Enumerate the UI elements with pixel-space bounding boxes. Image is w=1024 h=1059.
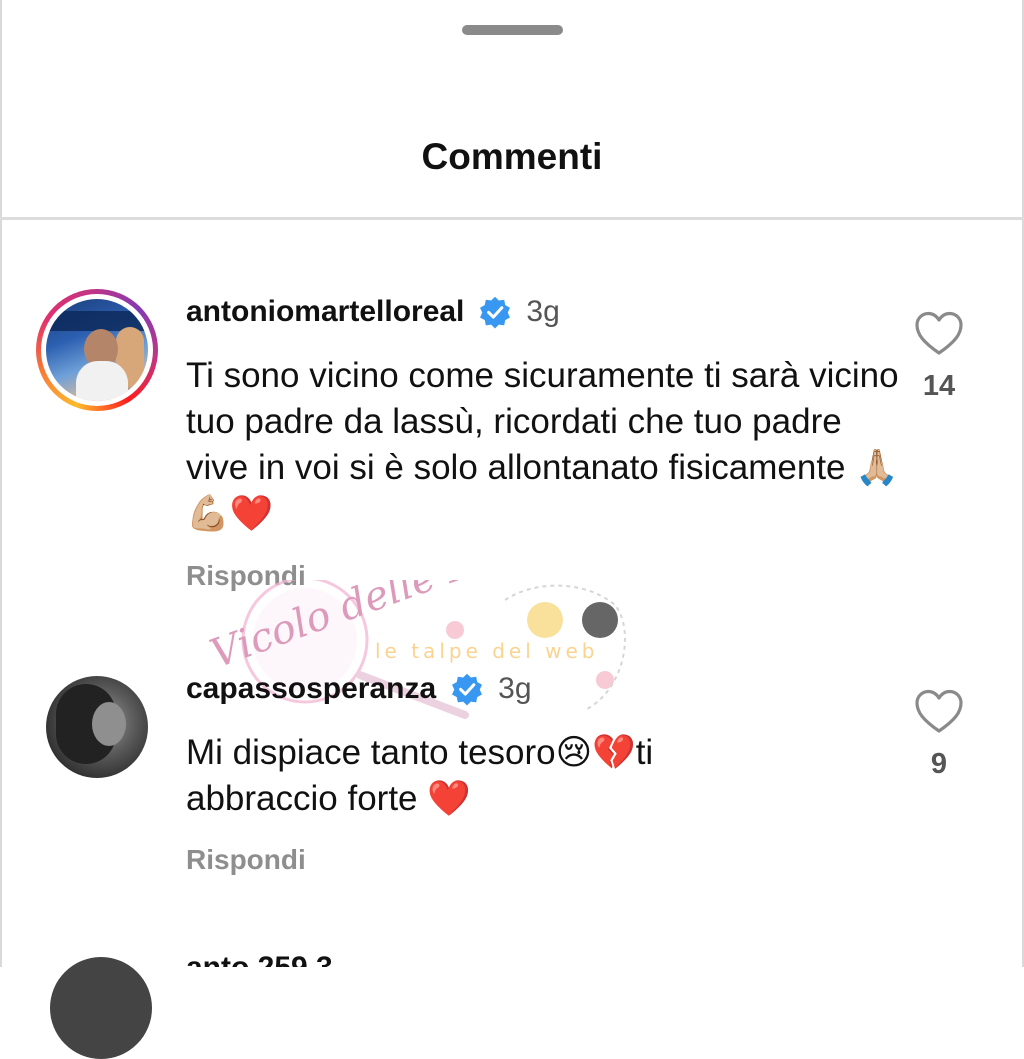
- comment-time: 3g: [498, 672, 532, 705]
- comment-header: antoniomartelloreal 3g: [186, 295, 560, 329]
- comment-time: 3g: [526, 295, 560, 328]
- like-count: 9: [930, 748, 948, 780]
- avatar[interactable]: [46, 676, 148, 778]
- avatar-story-ring[interactable]: [36, 289, 158, 411]
- reply-button[interactable]: Rispondi: [186, 560, 306, 592]
- like-count: 14: [922, 370, 956, 402]
- username[interactable]: anto 259 3: [186, 951, 333, 967]
- heart-icon[interactable]: [914, 689, 964, 735]
- reply-button[interactable]: Rispondi: [186, 844, 306, 876]
- username[interactable]: capassosperanza: [186, 672, 436, 706]
- page-title: Commenti: [421, 136, 603, 177]
- avatar[interactable]: [50, 957, 152, 1059]
- comment-text: Ti sono vicino come sicuramente ti sarà …: [186, 356, 899, 533]
- avatar: [46, 299, 148, 401]
- comment-text: Mi dispiace tanto tesoro😢💔ti abbraccio f…: [186, 733, 654, 818]
- heart-icon[interactable]: [914, 311, 964, 357]
- username[interactable]: antoniomartelloreal: [186, 295, 464, 329]
- sheet-drag-handle[interactable]: [462, 25, 563, 35]
- verified-badge-icon: [480, 296, 511, 329]
- header-divider: [0, 217, 1024, 220]
- comment-header: capassosperanza 3g: [186, 672, 532, 706]
- verified-badge-icon: [452, 673, 483, 706]
